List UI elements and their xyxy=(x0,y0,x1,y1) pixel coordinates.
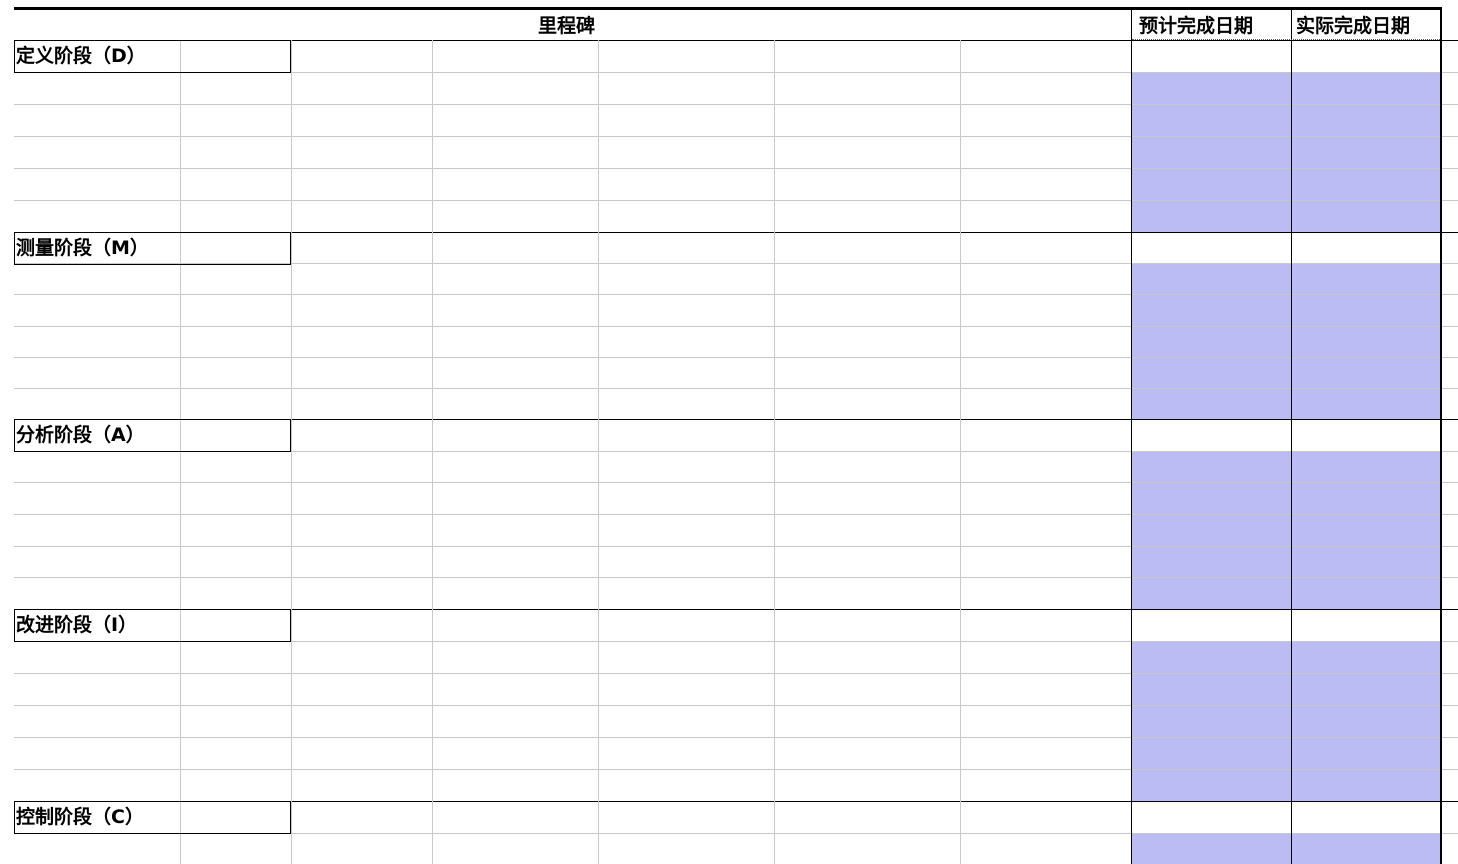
row-gridline xyxy=(14,168,1458,169)
row-gridline xyxy=(14,705,1458,706)
row-gridline xyxy=(14,104,1458,105)
row-gridline xyxy=(14,577,1458,578)
row-gridline xyxy=(14,294,1458,295)
milestone-header: 里程碑 xyxy=(538,15,596,37)
column-gridline xyxy=(960,40,961,864)
phase-label: 分析阶段（A） xyxy=(16,424,145,446)
date-column-border xyxy=(1131,8,1132,864)
row-gridline xyxy=(14,326,1458,327)
planned-date-header: 预计完成日期 xyxy=(1139,15,1254,37)
row-gridline xyxy=(14,200,1458,201)
row-gridline xyxy=(14,769,1458,770)
date-column-border xyxy=(1291,8,1292,864)
planned-date-cell-range[interactable] xyxy=(1132,264,1291,419)
actual-date-cell-range[interactable] xyxy=(1292,833,1440,864)
row-gridline xyxy=(14,673,1458,674)
row-gridline xyxy=(14,136,1458,137)
table-top-border xyxy=(14,7,1442,10)
phase-label: 定义阶段（D） xyxy=(16,45,146,67)
phase-label: 控制阶段（C） xyxy=(16,806,144,828)
planned-date-cell-range[interactable] xyxy=(1132,833,1291,864)
actual-date-cell-range[interactable] xyxy=(1292,451,1440,609)
phase-label: 改进阶段（I） xyxy=(16,614,138,636)
column-gridline xyxy=(180,40,181,864)
planned-date-cell-range[interactable] xyxy=(1132,72,1291,232)
row-gridline xyxy=(14,388,1458,389)
actual-date-header: 实际完成日期 xyxy=(1296,15,1411,37)
row-gridline xyxy=(14,737,1458,738)
row-gridline xyxy=(14,482,1458,483)
row-gridline xyxy=(14,357,1458,358)
column-gridline xyxy=(598,40,599,864)
table-right-border xyxy=(1440,8,1442,864)
column-gridline xyxy=(291,40,292,864)
row-gridline xyxy=(14,514,1458,515)
planned-date-cell-range[interactable] xyxy=(1132,451,1291,609)
phase-label: 测量阶段（M） xyxy=(16,237,149,259)
planned-date-cell-range[interactable] xyxy=(1132,641,1291,801)
column-gridline xyxy=(432,40,433,864)
actual-date-cell-range[interactable] xyxy=(1292,641,1440,801)
column-gridline xyxy=(774,40,775,864)
actual-date-cell-range[interactable] xyxy=(1292,264,1440,419)
actual-date-cell-range[interactable] xyxy=(1292,72,1440,232)
row-gridline xyxy=(14,546,1458,547)
spreadsheet-grid: 里程碑 预计完成日期 实际完成日期定义阶段（D） 测量阶段（M） 分析阶段（A） 改进阶段… xyxy=(0,0,1458,864)
